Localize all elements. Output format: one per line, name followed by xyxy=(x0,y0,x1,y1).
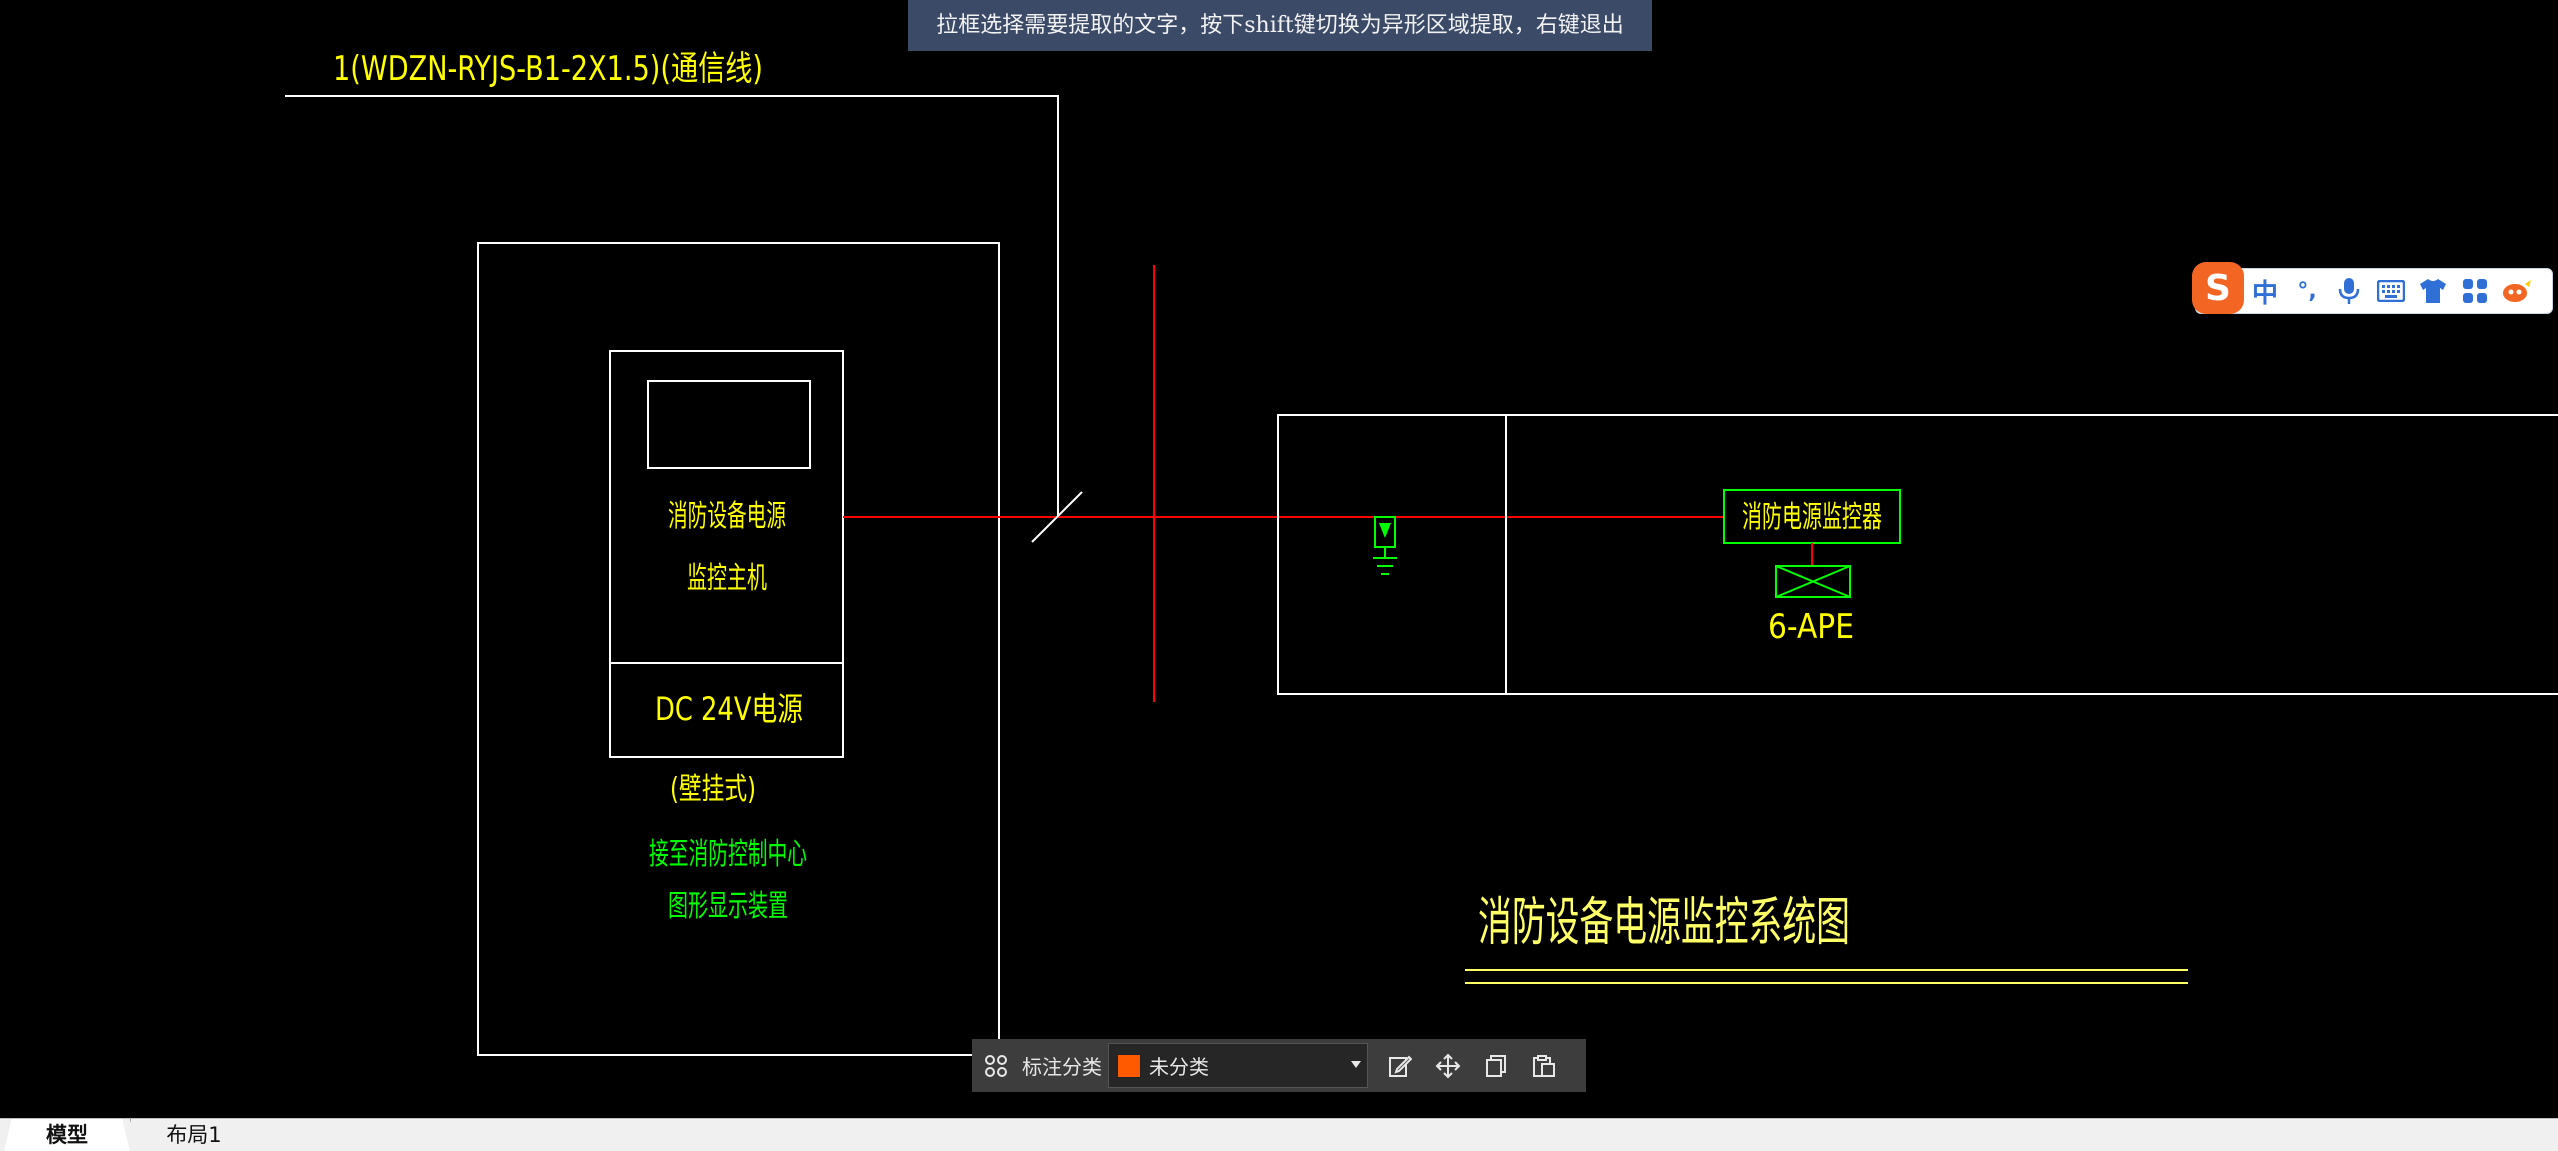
copy-icon[interactable] xyxy=(1472,1039,1520,1092)
sensor-arrow-icon xyxy=(1379,523,1391,538)
move-icon[interactable] xyxy=(1424,1039,1472,1092)
connect-label-line1: 接至消防控制中心 xyxy=(649,837,807,872)
system-title: 消防设备电源监控系统图 xyxy=(1478,893,1850,953)
grid-icon[interactable] xyxy=(972,1039,1020,1092)
connect-label-line2: 图形显示装置 xyxy=(668,889,788,924)
host-label-line2: 监控主机 xyxy=(687,561,767,596)
power-label: DC 24V电源 xyxy=(655,690,803,728)
category-color-swatch xyxy=(1117,1053,1141,1078)
mount-label: (壁挂式) xyxy=(670,772,756,807)
ime-toolbar[interactable]: S 中 °, xyxy=(2192,262,2553,314)
annotation-category-value: 未分类 xyxy=(1149,1055,1209,1079)
chevron-down-icon[interactable] xyxy=(1351,1061,1361,1068)
hint-banner: 拉框选择需要提取的文字，按下shift键切换为异形区域提取，右键退出 xyxy=(908,0,1652,51)
layout-tab-bar: 模型 布局1 xyxy=(0,1118,2558,1151)
cad-drawing[interactable]: 1(WDZN-RYJS-B1-2X1.5)(通信线) 消防设备电源 监控主机 D… xyxy=(0,0,2558,1118)
annotation-category-select[interactable]: 未分类 xyxy=(1108,1043,1368,1088)
skin-shirt-icon[interactable] xyxy=(2412,271,2454,311)
host-display xyxy=(647,380,811,469)
ime-mode-button[interactable]: 中 xyxy=(2244,271,2286,311)
enclosure-outline xyxy=(1277,414,2558,695)
ime-punctuation-button[interactable]: °, xyxy=(2286,271,2328,311)
hint-banner-text: 拉框选择需要提取的文字，按下shift键切换为异形区域提取，右键退出 xyxy=(936,13,1624,38)
microphone-icon[interactable] xyxy=(2328,271,2370,311)
device-label: 6-APE xyxy=(1768,607,1854,647)
cable-label: 1(WDZN-RYJS-B1-2X1.5)(通信线) xyxy=(333,49,763,89)
edit-icon[interactable] xyxy=(1376,1039,1424,1092)
cad-canvas[interactable]: 1(WDZN-RYJS-B1-2X1.5)(通信线) 消防设备电源 监控主机 D… xyxy=(0,0,2558,1151)
cabinet-outline xyxy=(477,242,1000,1056)
annotation-toolbar[interactable]: 标注分类 未分类 xyxy=(972,1039,1586,1092)
annotation-category-label: 标注分类 xyxy=(1022,1055,1102,1079)
tab-model[interactable]: 模型 xyxy=(4,1119,130,1151)
sogou-logo-icon[interactable]: S xyxy=(2192,262,2244,314)
toolbox-icon[interactable] xyxy=(2454,271,2496,311)
paste-icon[interactable] xyxy=(1520,1039,1568,1092)
keyboard-icon[interactable] xyxy=(2370,271,2412,311)
mascot-icon[interactable] xyxy=(2496,271,2538,311)
cable-line xyxy=(285,95,1059,518)
tab-layout1[interactable]: 布局1 xyxy=(130,1119,257,1151)
host-label-line1: 消防设备电源 xyxy=(668,499,786,534)
monitor-label: 消防电源监控器 xyxy=(1742,500,1882,535)
